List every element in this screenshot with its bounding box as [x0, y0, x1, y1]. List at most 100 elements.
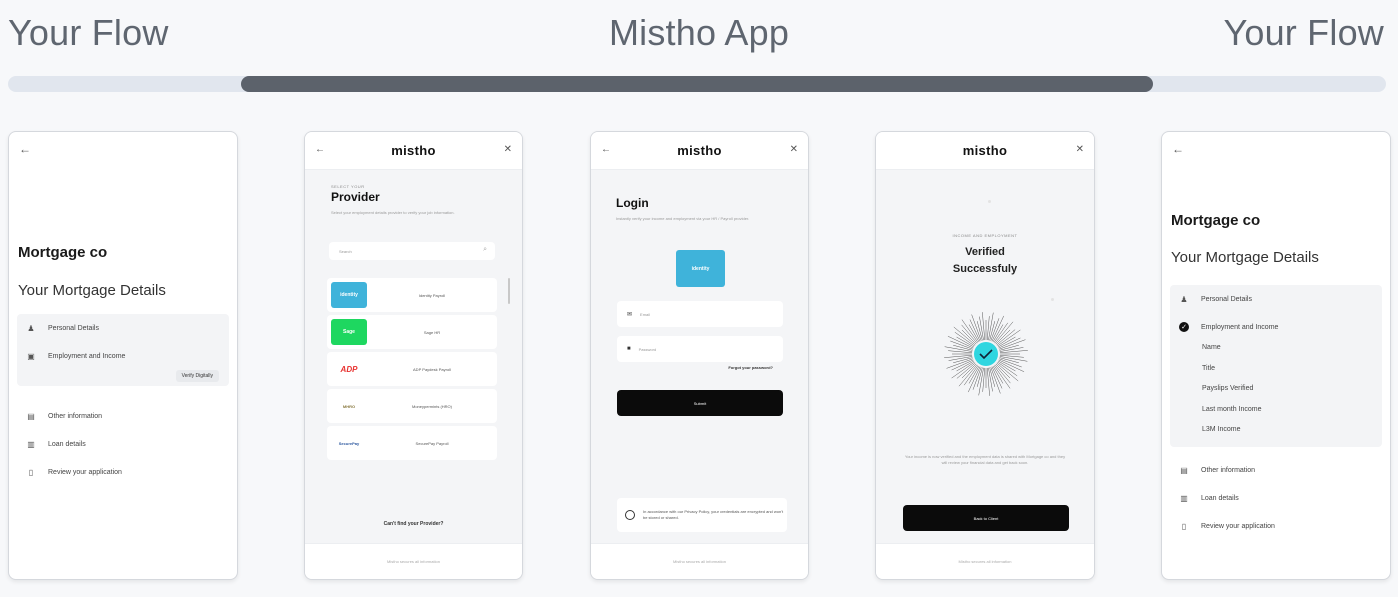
- verified-title: Verified Successfuly: [952, 246, 1018, 275]
- provider-list: identity Identity Payroll Sage Sage HR A…: [327, 278, 497, 463]
- step-loan-details[interactable]: ▥ Loan details: [1170, 484, 1382, 512]
- step-personal-details[interactable]: ♟ Personal Details: [17, 314, 229, 342]
- phone-icon: ▯: [1181, 521, 1187, 531]
- screen-mortgage-details: ← Mortgage co Your Mortgage Details ♟ Pe…: [8, 131, 238, 580]
- mistho-logo: mistho: [962, 143, 1008, 158]
- provider-name: Sage HR: [423, 329, 441, 335]
- step-other-information[interactable]: ▤ Other information: [1170, 456, 1382, 484]
- password-placeholder: Password: [638, 346, 657, 352]
- provider-caption: Select your: [331, 184, 365, 189]
- screen-select-provider: ← mistho ✕ Select your Provider Select y…: [304, 131, 523, 580]
- person-icon: ♟: [1180, 294, 1188, 304]
- step-other-information[interactable]: ▤ Other information: [17, 402, 229, 430]
- close-icon[interactable]: ✕: [504, 144, 512, 155]
- screen-verified: mistho ✕ Income and employment Verified …: [875, 131, 1095, 580]
- verified-fields: Name Title Payslips Verified Last month …: [1202, 344, 1262, 447]
- login-title: Login: [616, 196, 649, 210]
- verified-field-l3m-income: L3M Income: [1202, 426, 1241, 433]
- provider-scrollbar[interactable]: [508, 278, 510, 304]
- provider-logo: identity: [331, 282, 367, 308]
- provider-name: SecurePay Payroll: [415, 440, 449, 446]
- provider-title: Provider: [331, 190, 380, 204]
- company-name: Mortgage co: [18, 244, 108, 261]
- confetti-dot: [988, 200, 991, 203]
- company-name: Mortgage co: [1171, 212, 1261, 229]
- verified-field-last-month-income: Last month Income: [1202, 405, 1262, 413]
- provider-logo: ADP: [331, 356, 367, 382]
- provider-logo: identity: [676, 250, 725, 287]
- step-personal-details[interactable]: ♟ Personal Details: [1170, 285, 1382, 313]
- step-employment-income[interactable]: ▣ Employment and Income: [17, 342, 229, 370]
- cant-find-provider-link[interactable]: Can't find your Provider?: [305, 521, 522, 527]
- privacy-consent[interactable]: In accordance with our Privacy Policy, y…: [617, 498, 787, 532]
- consent-text: In accordance with our Privacy Policy, y…: [643, 509, 784, 520]
- provider-item[interactable]: identity Identity Payroll: [327, 278, 497, 312]
- flow-header-center: Mistho App: [608, 12, 790, 53]
- document-icon: ▤: [1180, 465, 1188, 475]
- active-section: ♟ Personal Details ▣ Employment and Inco…: [17, 314, 229, 386]
- secure-footer: Mistho secures all information: [876, 543, 1094, 579]
- mail-icon: ✉: [627, 311, 633, 318]
- bank-icon: ▥: [1180, 493, 1188, 503]
- provider-name: Moneypermints (HRO): [411, 403, 452, 409]
- verified-field-name: Name: [1202, 344, 1221, 351]
- steps-list: ▤ Other information ▥ Loan details ▯ Rev…: [1170, 456, 1382, 540]
- steps-list: ▤ Other information ▥ Loan details ▯ Rev…: [17, 402, 229, 486]
- briefcase-icon: ▣: [27, 351, 35, 361]
- search-icon: ⌕: [483, 246, 487, 253]
- provider-search-input[interactable]: Search ⌕: [329, 242, 495, 260]
- step-review-application[interactable]: ▯ Review your application: [17, 458, 229, 486]
- back-arrow-icon[interactable]: ←: [1172, 142, 1184, 156]
- verified-description: Your income is now verified and the empl…: [904, 454, 1066, 465]
- verified-field-title: Title: [1202, 364, 1215, 372]
- back-to-client-button[interactable]: Back to Client: [903, 505, 1069, 531]
- close-icon[interactable]: ✕: [790, 144, 798, 155]
- mistho-logo: mistho: [677, 143, 722, 158]
- lock-icon: ■: [627, 346, 631, 352]
- provider-description: Select your employment details provider …: [331, 210, 455, 215]
- screen-login: ← mistho ✕ Login Instantly verify your i…: [590, 131, 809, 580]
- provider-name: ADP Paydesk Payroll: [413, 366, 451, 372]
- flow-progress-fill: [241, 76, 1153, 92]
- page-subtitle: Your Mortgage Details: [1171, 249, 1319, 266]
- secure-footer: Mistho secures all information: [305, 543, 522, 579]
- email-placeholder: Email: [640, 311, 651, 317]
- document-icon: ▤: [27, 411, 35, 421]
- app-top-bar: mistho ✕: [876, 132, 1094, 170]
- email-field[interactable]: ✉ Email: [617, 301, 783, 327]
- forgot-password-link[interactable]: Forgot your password?: [728, 365, 773, 370]
- app-top-bar: ← mistho ✕: [305, 132, 522, 170]
- success-burst-icon: [944, 312, 1028, 396]
- provider-item[interactable]: Sage Sage HR: [327, 315, 497, 349]
- provider-name: Identity Payroll: [418, 292, 446, 298]
- provider-item[interactable]: SecurePay SecurePay Payroll: [327, 426, 497, 460]
- provider-logo: MHRO: [331, 393, 367, 419]
- verified-field-payslips: Payslips Verified: [1202, 385, 1254, 392]
- phone-icon: ▯: [28, 467, 34, 477]
- search-placeholder: Search: [339, 249, 352, 254]
- submit-button[interactable]: Submit: [617, 390, 783, 416]
- flow-header-right: Your Flow: [1223, 12, 1384, 53]
- step-employment-income[interactable]: ✓ Employment and Income: [1170, 313, 1382, 341]
- person-icon: ♟: [27, 323, 35, 333]
- confetti-dot: [1051, 298, 1054, 301]
- check-circle-icon: ✓: [1179, 322, 1189, 332]
- provider-item[interactable]: MHRO Moneypermints (HRO): [327, 389, 497, 423]
- provider-logo: SecurePay: [331, 430, 367, 456]
- step-loan-details[interactable]: ▥ Loan details: [17, 430, 229, 458]
- login-description: Instantly verify your income and employm…: [616, 216, 750, 221]
- verify-digitally-button[interactable]: Verify Digitally: [175, 370, 219, 382]
- provider-logo: Sage: [331, 319, 367, 345]
- password-field[interactable]: ■ Password: [617, 336, 783, 362]
- screen-mortgage-details-verified: ← Mortgage co Your Mortgage Details ♟ Pe…: [1161, 131, 1391, 580]
- close-icon[interactable]: ✕: [1076, 144, 1084, 155]
- back-arrow-icon[interactable]: ←: [19, 142, 31, 156]
- consent-checkbox[interactable]: [625, 510, 635, 520]
- verified-caption: Income and employment: [952, 233, 1018, 238]
- app-top-bar: ← mistho ✕: [591, 132, 808, 170]
- secure-footer: Mistho secures all information: [591, 543, 808, 579]
- bank-icon: ▥: [27, 439, 35, 449]
- step-review-application[interactable]: ▯ Review your application: [1170, 512, 1382, 540]
- provider-item[interactable]: ADP ADP Paydesk Payroll: [327, 352, 497, 386]
- page-subtitle: Your Mortgage Details: [18, 282, 166, 299]
